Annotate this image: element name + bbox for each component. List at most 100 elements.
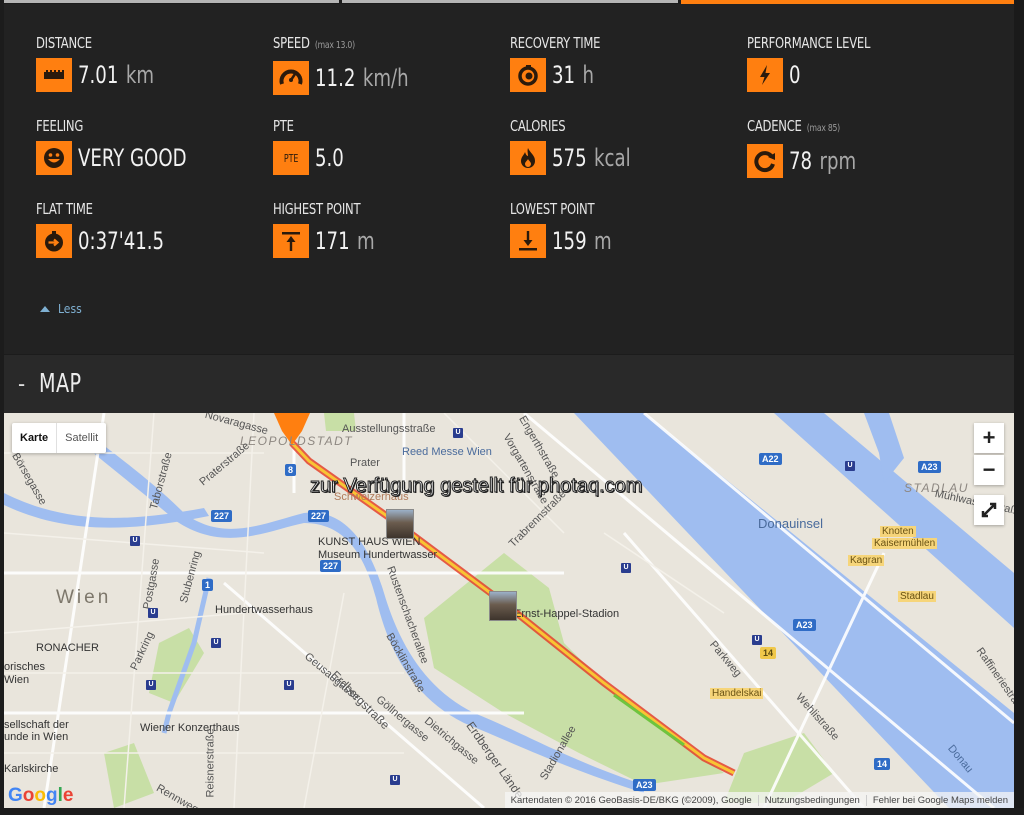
ubahn-icon: U [390, 775, 400, 785]
stat-performance-level: PERFORMANCE LEVEL 0 [747, 34, 977, 92]
stat-highest-point: HIGHEST POINT 171 m [273, 200, 503, 258]
map-label: Handelskai [710, 688, 764, 699]
route-shield: A23 [793, 619, 816, 631]
stat-label: FLAT TIME [36, 200, 93, 218]
photo-marker[interactable] [386, 509, 414, 539]
ubahn-icon: U [845, 461, 855, 471]
google-logo: Google [8, 785, 74, 806]
map-label: Prater [350, 457, 380, 469]
stat-calories: CALORIES 575 kcal [510, 117, 740, 175]
route-shield: 14 [760, 647, 777, 659]
less-toggle[interactable]: Less [40, 302, 82, 316]
arrow-down-to-line-icon [510, 224, 546, 258]
stat-lowest-point: LOWEST POINT 159 m [510, 200, 740, 258]
fullscreen-button[interactable] [974, 495, 1004, 525]
stat-max: (max 85) [806, 123, 840, 134]
ubahn-icon: U [453, 428, 463, 438]
collapse-icon[interactable]: - [18, 372, 25, 397]
map-section-header[interactable]: - MAP [4, 355, 1014, 413]
route-shield: A23 [633, 779, 656, 791]
scrollbar-track[interactable] [1014, 0, 1024, 815]
stat-value: 159 [552, 227, 587, 255]
stat-unit: h [582, 61, 595, 89]
stat-value: 11.2 [315, 64, 356, 92]
stat-cadence: CADENCE (max 85) 78 rpm [747, 117, 977, 178]
pte-icon-text: PTE [283, 151, 299, 165]
map-label: Donauinsel [758, 516, 824, 531]
ubahn-icon: U [211, 638, 221, 648]
map-type-satellite-button[interactable]: Satellit [57, 423, 106, 453]
map-type-control: Karte Satellit [12, 423, 107, 453]
watermark-text: zur Verfügung gestellt für photaq.com [309, 475, 643, 498]
stat-value: 0:37'41.5 [78, 227, 165, 255]
bottom-bar [0, 808, 1024, 815]
route-shield: A23 [918, 461, 941, 473]
stat-value: VERY GOOD [78, 144, 187, 172]
stat-label: DISTANCE [36, 34, 92, 52]
lightning-icon [747, 58, 783, 92]
report-error-link[interactable]: Fehler bei Google Maps melden [865, 794, 1014, 806]
route-shield: 1 [202, 579, 214, 591]
stat-label: LOWEST POINT [510, 200, 595, 218]
route-shield: A22 [759, 453, 782, 465]
stat-label: PTE [273, 117, 294, 135]
map-attribution: Kartendaten © 2016 GeoBasis-DE/BKG (©200… [504, 792, 1014, 808]
stat-value: 575 [552, 144, 587, 172]
caret-up-icon [40, 306, 50, 312]
map-label: Reisnerstraße [204, 728, 217, 798]
route-shield: 227 [320, 560, 342, 572]
stat-value: 7.01 [78, 61, 119, 89]
stat-unit: m [594, 227, 612, 255]
stat-flat-time: FLAT TIME 0:37'41.5 [36, 200, 266, 258]
ubahn-icon: U [284, 680, 294, 690]
stat-label: FEELING [36, 117, 84, 135]
map-label: Ernst-Happel-Stadion [514, 608, 620, 620]
map-label: sellschaft der [4, 719, 69, 731]
map-label: Karlskirche [4, 763, 59, 775]
route-map[interactable]: LEOPOLDSTADT Ausstellungsstraße Reed Mes… [4, 413, 1014, 808]
map-label: Kagran [848, 555, 885, 566]
tab-1[interactable] [4, 0, 340, 3]
tab-2[interactable] [342, 0, 678, 3]
less-label: Less [58, 302, 82, 316]
stat-value: 0 [789, 61, 801, 89]
map-label: LEOPOLDSTADT [240, 434, 354, 448]
ubahn-icon: U [146, 680, 156, 690]
stat-max: (max 13.0) [314, 40, 355, 51]
map-label: Kaisermühlen [872, 538, 938, 549]
map-section-title: MAP [39, 369, 82, 399]
stat-speed: SPEED (max 13.0) 11.2 km/h [273, 34, 503, 95]
stat-value: 171 [315, 227, 350, 255]
photo-marker[interactable] [489, 591, 517, 621]
route-shield: 227 [308, 510, 330, 522]
pte-icon: PTE [273, 141, 309, 175]
stat-value: 5.0 [315, 144, 344, 172]
speedometer-icon [273, 61, 309, 95]
map-label: Hundertwasserhaus [215, 604, 313, 616]
stat-unit: kcal [594, 144, 631, 172]
ubahn-icon: U [148, 608, 158, 618]
stat-label: PERFORMANCE LEVEL [747, 34, 871, 52]
terms-link[interactable]: Nutzungsbedingungen [757, 794, 866, 806]
stat-label: RECOVERY TIME [510, 34, 601, 52]
ubahn-icon: U [621, 563, 631, 573]
zoom-out-button[interactable]: − [974, 455, 1004, 485]
map-label: orisches [4, 661, 45, 673]
flame-icon [510, 141, 546, 175]
stat-distance: DISTANCE 7.01 km [36, 34, 266, 92]
stat-recovery-time: RECOVERY TIME 31 h [510, 34, 740, 92]
zoom-in-button[interactable]: + [974, 423, 1004, 453]
stat-label: CADENCE [747, 117, 802, 135]
ubahn-icon: U [752, 635, 762, 645]
stat-feeling: FEELING VERY GOOD [36, 117, 266, 175]
stat-unit: rpm [819, 147, 857, 175]
expand-icon [981, 502, 997, 518]
map-label: Reed Messe Wien [402, 446, 492, 458]
map-type-map-button[interactable]: Karte [12, 423, 58, 453]
route-shield: 14 [874, 758, 891, 770]
map-label: Wien [4, 674, 30, 686]
route-shield: 8 [285, 464, 297, 476]
stat-unit: m [357, 227, 375, 255]
map-label: RONACHER [36, 642, 99, 654]
ruler-icon [36, 58, 72, 92]
